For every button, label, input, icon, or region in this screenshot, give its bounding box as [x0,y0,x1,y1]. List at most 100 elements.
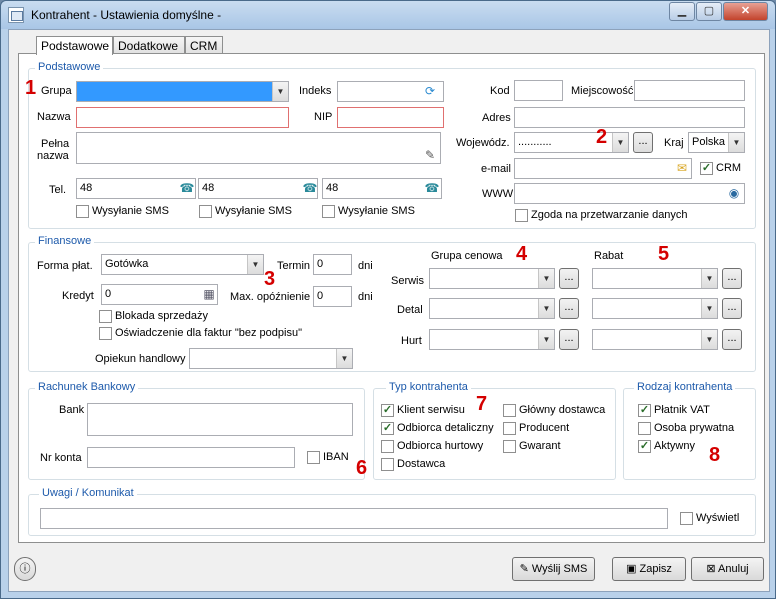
marker-6: 6 [356,457,368,479]
send-sms-button[interactable]: ✎ Wyślij SMS [512,557,595,581]
kraj-combo[interactable]: Polska ▼ [688,132,745,153]
bank-input[interactable] [87,403,353,436]
aktywny-label: Aktywny [654,440,695,452]
refresh-icon[interactable]: ⟳ [422,84,438,98]
wojewodztwo-combo[interactable]: ........... ▼ [514,132,629,153]
osoba-prywatna-checkbox[interactable] [638,422,651,435]
globe-icon[interactable]: ◉ [726,186,742,200]
wyswietl-checkbox[interactable] [680,512,693,525]
email-input[interactable] [514,158,692,179]
tel-input-2[interactable]: 48 [198,178,318,199]
blokada-checkbox[interactable] [99,310,112,323]
serwis-rabat-browse-button[interactable]: ... [722,268,742,289]
odbiorca-detaliczny-checkbox[interactable]: ✓ [381,422,394,435]
kind-legend: Rodzaj kontrahenta [634,381,736,393]
opiekun-combo[interactable]: ▼ [189,348,353,369]
detal-grupa-browse-button[interactable]: ... [559,298,579,319]
nr-konta-input[interactable] [87,447,295,468]
tab-crm[interactable]: CRM [185,36,223,54]
tel-prefix-3: 48 [326,182,339,194]
serwis-grupa-browse-button[interactable]: ... [559,268,579,289]
glowny-dostawca-label: Główny dostawca [519,404,606,416]
chevron-down-icon: ▼ [538,269,554,288]
odbiorca-hurtowy-label: Odbiorca hurtowy [397,440,484,452]
pen-icon: ✎ [519,563,532,575]
app-icon [8,7,24,23]
iban-checkbox[interactable] [307,451,320,464]
nazwa-input[interactable] [76,107,289,128]
phone-icon[interactable]: ☎ [179,181,195,195]
bank-legend: Rachunek Bankowy [35,381,139,393]
gwarant-label: Gwarant [519,440,561,452]
info-button[interactable]: ⓘ [14,557,36,581]
zgoda-checkbox[interactable] [515,209,528,222]
kredyt-label: Kredyt [62,290,94,302]
adres-input[interactable] [514,107,745,128]
tab-dodatkowe[interactable]: Dodatkowe [113,36,185,54]
crm-checkbox[interactable]: ✓ [700,162,713,175]
gwarant-checkbox[interactable] [503,440,516,453]
dostawca-checkbox[interactable] [381,458,394,471]
hurt-grupa-combo[interactable]: ▼ [429,329,555,350]
detal-rabat-browse-button[interactable]: ... [722,298,742,319]
platnik-vat-checkbox[interactable]: ✓ [638,404,651,417]
sms-checkbox-3[interactable] [322,205,335,218]
close-button[interactable]: ✕ [723,2,768,21]
kod-input[interactable] [514,80,563,101]
www-input[interactable] [514,183,745,204]
kraj-value: Polska [692,136,726,148]
klient-serwisu-checkbox[interactable]: ✓ [381,404,394,417]
detal-grupa-combo[interactable]: ▼ [429,298,555,319]
platnik-vat-label: Płatnik VAT [654,404,710,416]
hurt-rabat-browse-button[interactable]: ... [722,329,742,350]
save-button[interactable]: ▣ Zapisz [612,557,686,581]
rabat-label: Rabat [594,250,624,262]
notes-input[interactable] [40,508,668,529]
max-opoznienie-label: Max. opóźnienie [230,291,311,303]
tel-input-1[interactable]: 48 [76,178,196,199]
phone-icon[interactable]: ☎ [424,181,440,195]
title-bar[interactable]: Kontrahent - Ustawienia domyślne - ▁ ▢ ✕ [1,1,775,29]
tel-label: Tel. [49,184,67,196]
pelna-label-1: Pełna [41,138,70,150]
miejscowosc-input[interactable] [634,80,745,101]
grupa-cenowa-label: Grupa cenowa [431,250,503,262]
producent-checkbox[interactable] [503,422,516,435]
hurt-rabat-combo[interactable]: ▼ [592,329,718,350]
termin-unit: dni [358,260,373,272]
cancel-button[interactable]: ⊠ Anuluj [691,557,764,581]
hurt-grupa-browse-button[interactable]: ... [559,329,579,350]
pelna-nazwa-input[interactable] [76,132,441,164]
serwis-rabat-combo[interactable]: ▼ [592,268,718,289]
aktywny-checkbox[interactable]: ✓ [638,440,651,453]
send-sms-label: Wyślij SMS [531,563,588,575]
sms-checkbox-2[interactable] [199,205,212,218]
sms-checkbox-1[interactable] [76,205,89,218]
marker-8: 8 [709,444,721,466]
serwis-grupa-combo[interactable]: ▼ [429,268,555,289]
marker-5: 5 [658,243,670,265]
sms-label-1: Wysyłanie SMS [92,205,169,217]
nip-input[interactable] [337,107,444,128]
glowny-dostawca-checkbox[interactable] [503,404,516,417]
odbiorca-hurtowy-checkbox[interactable] [381,440,394,453]
klient-serwisu-label: Klient serwisu [397,404,465,416]
detal-rabat-combo[interactable]: ▼ [592,298,718,319]
notes-legend: Uwagi / Komunikat [39,487,137,499]
envelope-icon[interactable]: ✉ [674,161,690,175]
forma-combo[interactable]: Gotówka ▼ [101,254,264,275]
max-opoznienie-input[interactable]: 0 [313,286,352,307]
edit-icon[interactable]: ✎ [422,148,438,162]
tab-podstawowe[interactable]: Podstawowe [36,36,113,55]
phone-icon[interactable]: ☎ [302,181,318,195]
termin-input[interactable]: 0 [313,254,352,275]
oswiadczenie-checkbox[interactable] [99,327,112,340]
bank-label: Bank [59,404,85,416]
wojewodztwo-browse-button[interactable]: ... [633,132,653,153]
grupa-combo[interactable]: ▼ [76,81,289,102]
type-legend: Typ kontrahenta [386,381,471,393]
nazwa-label: Nazwa [37,111,71,123]
maximize-button[interactable]: ▢ [696,2,722,21]
minimize-button[interactable]: ▁ [669,2,695,21]
calculator-icon[interactable]: ▦ [201,287,217,301]
